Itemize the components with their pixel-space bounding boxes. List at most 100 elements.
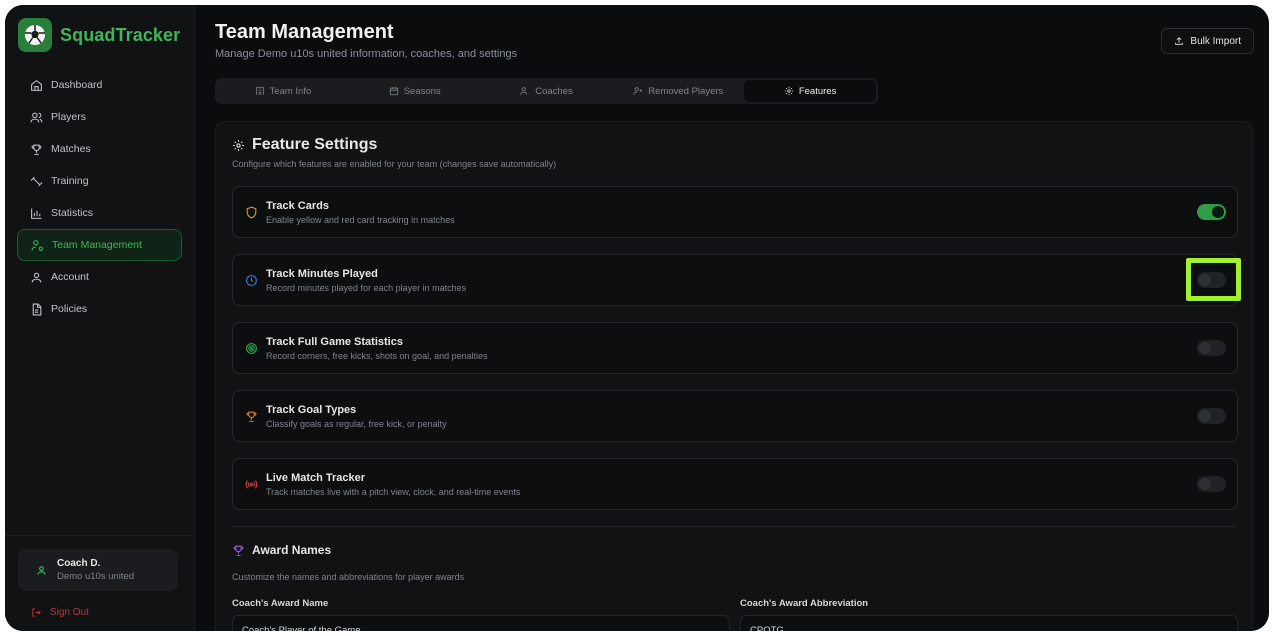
sidebar-item-statistics[interactable]: Statistics xyxy=(17,197,182,229)
sidebar-item-label: Team Management xyxy=(52,239,142,251)
tab-removed-players[interactable]: Removed Players xyxy=(612,80,744,102)
sidebar-item-matches[interactable]: Matches xyxy=(17,133,182,165)
tab-label: Coaches xyxy=(535,85,573,97)
broadcast-icon xyxy=(245,480,258,489)
sidebar-item-label: Players xyxy=(51,111,87,123)
feature-description: Track matches live with a pitch view, cl… xyxy=(266,487,521,497)
track-cards-toggle[interactable] xyxy=(1197,204,1226,220)
toggle-knob xyxy=(1199,410,1211,422)
feature-row-goal-types: Track Goal Types Classify goals as regul… xyxy=(232,390,1238,442)
sidebar-item-label: Matches xyxy=(51,143,91,155)
sidebar-divider xyxy=(5,535,194,536)
users-icon xyxy=(30,112,43,122)
sign-out-label: Sign Out xyxy=(50,607,89,618)
brand-name: SquadTracker xyxy=(60,24,181,45)
sidebar-item-training[interactable]: Training xyxy=(17,165,182,197)
feature-name: Track Cards xyxy=(266,200,329,212)
sidebar-item-account[interactable]: Account xyxy=(17,261,182,293)
user-cog-icon xyxy=(31,239,43,251)
trophy-icon xyxy=(233,545,244,556)
feature-name: Track Minutes Played xyxy=(266,268,378,280)
trophy-icon xyxy=(31,144,42,155)
bulk-import-button[interactable]: Bulk Import xyxy=(1161,28,1254,54)
tab-label: Features xyxy=(798,85,837,97)
award-name-input[interactable]: Coach's Player of the Game xyxy=(232,615,730,631)
user-name: Coach D. xyxy=(57,558,101,569)
sidebar-item-label: Account xyxy=(51,271,89,283)
sidebar: SquadTracker Dashboard Players Matches T… xyxy=(5,5,195,631)
soccer-ball-icon xyxy=(18,18,52,52)
clock-icon xyxy=(246,275,257,286)
award-title: Award Names xyxy=(252,543,332,557)
sidebar-item-label: Policies xyxy=(51,303,88,315)
page-subtitle: Manage Demo u10s united information, coa… xyxy=(215,48,518,60)
bar-chart-icon xyxy=(31,208,42,219)
app-window: SquadTracker Dashboard Players Matches T… xyxy=(5,5,1269,631)
tab-label: Removed Players xyxy=(648,85,724,97)
sidebar-item-dashboard[interactable]: Dashboard xyxy=(17,69,182,101)
section-subtitle: Configure which features are enabled for… xyxy=(232,159,557,169)
upload-icon xyxy=(1175,37,1184,45)
building-icon xyxy=(255,86,264,95)
user-card[interactable]: Coach D. Demo u10s united xyxy=(18,549,178,591)
feature-row-track-minutes: Track Minutes Played Record minutes play… xyxy=(232,254,1241,306)
award-abbr-label: Coach's Award Abbreviation xyxy=(740,598,869,609)
feature-settings-card: Feature Settings Configure which feature… xyxy=(215,121,1253,631)
feature-description: Classify goals as regular, free kick, or… xyxy=(266,419,447,429)
sidebar-item-players[interactable]: Players xyxy=(17,101,182,133)
page-title: Team Management xyxy=(215,21,394,43)
user-icon xyxy=(37,565,46,575)
feature-settings-heading: Feature Settings xyxy=(232,136,377,154)
feature-row-full-stats: Track Full Game Statistics Record corner… xyxy=(232,322,1238,374)
user-team: Demo u10s united xyxy=(57,571,135,582)
main-content: Team Management Manage Demo u10s united … xyxy=(195,5,1269,631)
full-stats-toggle[interactable] xyxy=(1197,340,1226,356)
user-icon xyxy=(31,272,42,282)
feature-name: Live Match Tracker xyxy=(266,472,366,484)
gear-icon xyxy=(233,139,244,151)
dumbbell-icon xyxy=(30,176,43,186)
toggle-knob xyxy=(1199,478,1211,490)
gear-icon xyxy=(784,86,793,96)
section-divider xyxy=(232,526,1236,527)
sidebar-item-policies[interactable]: Policies xyxy=(17,293,182,325)
live-tracker-toggle[interactable] xyxy=(1197,476,1226,492)
users-icon xyxy=(520,87,528,95)
feature-row-track-cards: Track Cards Enable yellow and red card t… xyxy=(232,186,1238,238)
sidebar-item-team-management[interactable]: Team Management xyxy=(17,229,182,261)
section-title: Feature Settings xyxy=(252,136,378,153)
tab-team-info[interactable]: Team Info xyxy=(217,80,349,102)
toggle-knob xyxy=(1199,342,1211,354)
tab-features[interactable]: Features xyxy=(744,80,876,102)
award-abbr-input[interactable]: CPOTG xyxy=(740,615,1238,631)
file-icon xyxy=(32,303,42,315)
feature-description: Enable yellow and red card tracking in m… xyxy=(266,215,455,225)
log-out-icon xyxy=(32,608,41,617)
toggle-knob xyxy=(1212,206,1224,218)
sign-out-button[interactable]: Sign Out xyxy=(31,607,89,618)
user-plus-icon xyxy=(633,87,643,95)
tab-coaches[interactable]: Coaches xyxy=(481,80,613,102)
sidebar-item-label: Training xyxy=(51,175,89,187)
award-names-heading: Award Names xyxy=(232,543,331,557)
tab-bar: Team Info Seasons Coaches Removed Player… xyxy=(215,78,878,104)
tab-label: Team Info xyxy=(269,85,312,97)
shield-icon xyxy=(246,206,257,219)
home-icon xyxy=(31,79,42,91)
feature-description: Record corners, free kicks, shots on goa… xyxy=(266,351,488,361)
feature-description: Record minutes played for each player in… xyxy=(266,283,467,293)
feature-name: Track Full Game Statistics xyxy=(266,336,403,348)
target-icon xyxy=(246,343,257,354)
tab-label: Seasons xyxy=(403,85,441,97)
brand[interactable]: SquadTracker xyxy=(5,5,194,65)
calendar-icon xyxy=(389,87,398,96)
sidebar-item-label: Dashboard xyxy=(51,79,103,91)
sidebar-item-label: Statistics xyxy=(51,207,94,219)
trophy-icon xyxy=(246,411,257,422)
award-subtitle: Customize the names and abbreviations fo… xyxy=(232,572,465,582)
feature-name: Track Goal Types xyxy=(266,404,357,416)
bulk-import-label: Bulk Import xyxy=(1190,35,1241,47)
goal-types-toggle[interactable] xyxy=(1197,408,1226,424)
tab-seasons[interactable]: Seasons xyxy=(349,80,481,102)
highlight-box xyxy=(1186,258,1241,301)
